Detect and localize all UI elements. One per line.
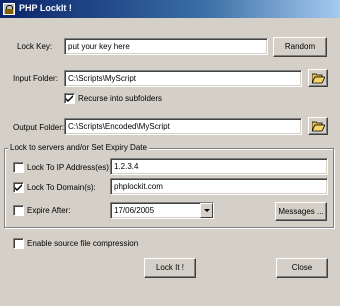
random-button[interactable]: Random — [273, 37, 327, 57]
browse-output-folder-button[interactable] — [308, 117, 328, 135]
ip-address-field[interactable]: 1.2.3.4 — [110, 158, 328, 175]
expiry-date-picker[interactable]: 17/06/2005 — [110, 202, 214, 219]
compression-checkbox[interactable] — [13, 238, 24, 249]
compression-label: Enable source file compression — [27, 239, 139, 248]
lock-domain-checkbox[interactable] — [13, 182, 24, 193]
window-title: PHP LockIt ! — [19, 3, 72, 13]
chevron-down-icon[interactable] — [200, 203, 213, 218]
messages-button[interactable]: Messages ... — [275, 202, 327, 221]
lock-ip-checkbox[interactable] — [13, 162, 24, 173]
domain-field[interactable]: phplockit.com — [110, 178, 328, 195]
open-folder-icon — [312, 73, 325, 84]
lock-domain-label: Lock To Domain(s): — [27, 183, 96, 192]
lock-it-button[interactable]: Lock It ! — [144, 258, 196, 278]
expiry-date-value: 17/06/2005 — [114, 206, 155, 215]
lock-key-label: Lock Key: — [17, 42, 53, 51]
recurse-checkbox[interactable] — [64, 93, 75, 104]
output-folder-field[interactable]: C:\Scripts\Encoded\MyScript — [64, 118, 302, 135]
expire-label: Expire After: — [27, 206, 71, 215]
recurse-label: Recurse into subfolders — [78, 94, 163, 103]
input-folder-label: Input Folder: — [13, 74, 58, 83]
lock-settings-group-title: Lock to servers and/or Set Expiry Date — [8, 143, 149, 153]
expire-checkbox[interactable] — [13, 205, 24, 216]
close-button[interactable]: Close — [276, 258, 328, 278]
lock-ip-label: Lock To IP Address(es): — [27, 163, 112, 172]
browse-input-folder-button[interactable] — [308, 69, 328, 87]
padlock-icon — [3, 3, 15, 15]
output-folder-label: Output Folder: — [13, 123, 65, 132]
open-folder-icon — [312, 121, 325, 132]
lock-key-field[interactable]: put your key here — [64, 38, 268, 55]
checkmark-icon — [66, 95, 73, 102]
title-bar[interactable]: PHP LockIt ! — [0, 0, 340, 18]
input-folder-field[interactable]: C:\Scripts\MyScript — [64, 70, 302, 87]
checkmark-icon — [15, 184, 22, 191]
